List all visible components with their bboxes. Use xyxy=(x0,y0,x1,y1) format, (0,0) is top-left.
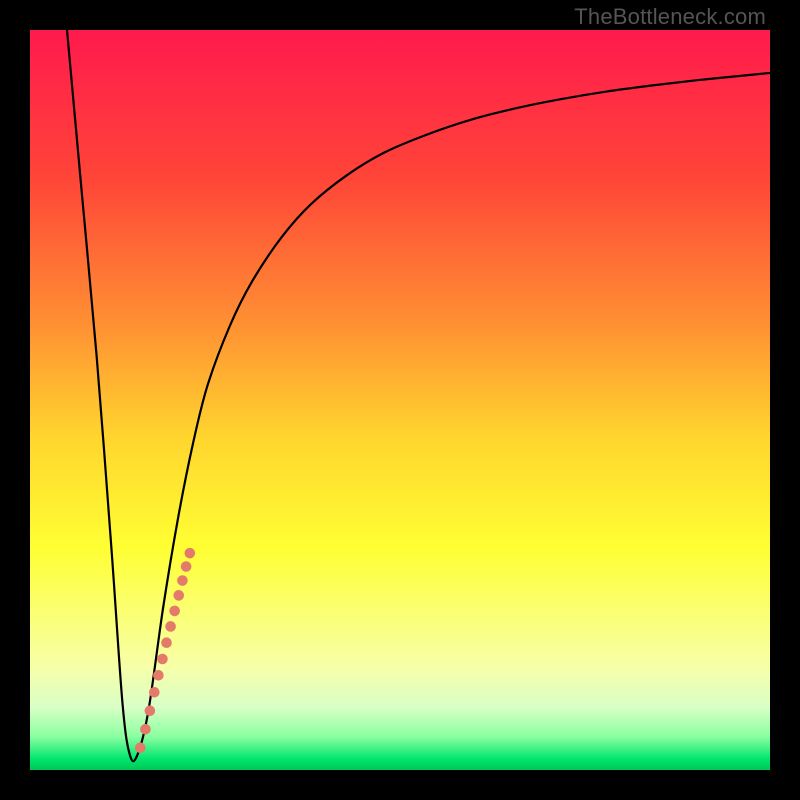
highlight-segment xyxy=(135,548,195,753)
highlight-dot xyxy=(185,548,196,559)
highlight-dot xyxy=(161,637,172,648)
highlight-dot xyxy=(169,606,180,617)
highlight-dot xyxy=(149,687,160,698)
plot-area xyxy=(30,30,770,770)
highlight-dot xyxy=(181,561,192,572)
highlight-dot xyxy=(173,590,184,601)
highlight-dot xyxy=(135,743,146,754)
highlight-dot xyxy=(153,670,164,681)
highlight-dot xyxy=(145,706,156,717)
bottleneck-curve xyxy=(67,30,770,761)
highlight-dot xyxy=(140,724,151,735)
watermark-text: TheBottleneck.com xyxy=(574,4,766,30)
curve-layer xyxy=(30,30,770,770)
highlight-dot xyxy=(177,575,188,586)
highlight-dot xyxy=(165,621,176,632)
chart-frame: TheBottleneck.com xyxy=(0,0,800,800)
highlight-dot xyxy=(157,654,168,665)
